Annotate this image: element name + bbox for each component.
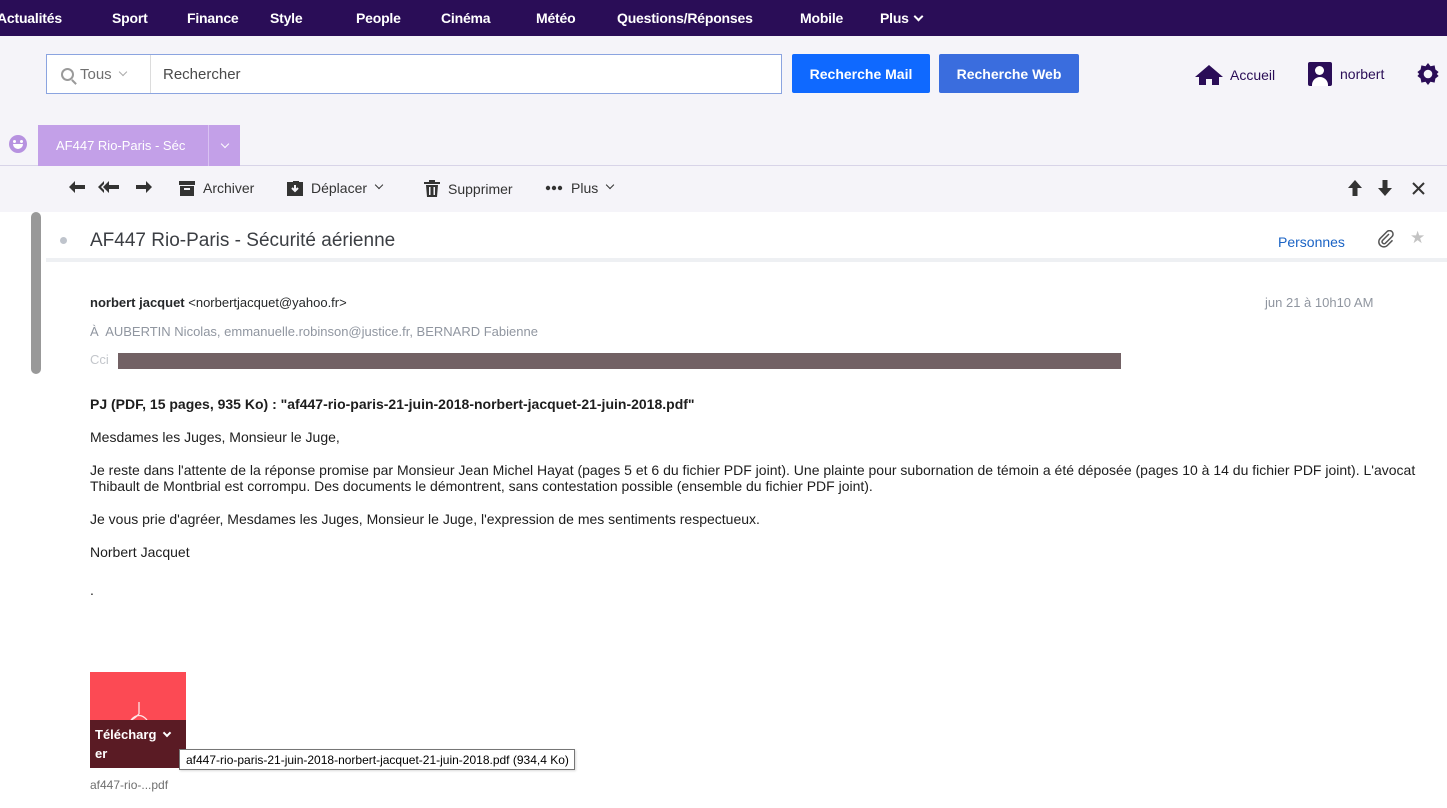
top-navigation: Actualités Sport Finance Style People Ci… [0,0,1447,36]
body-attachment-line: PJ (PDF, 15 pages, 935 Ko) : "af447-rio-… [90,396,695,412]
nav-sport[interactable]: Sport [112,10,148,26]
redacted-cci-recipients [118,353,1121,369]
close-message-button[interactable] [1412,182,1425,195]
chevron-down-icon [374,180,384,190]
delete-button[interactable]: Supprimer [424,180,513,197]
more-dots-icon [545,185,563,191]
chevron-down-icon [605,180,615,190]
more-actions-button[interactable]: Plus [545,180,615,196]
search-input[interactable] [151,55,781,93]
star-icon[interactable]: ★ [1410,228,1425,248]
search-bar: Tous [46,54,782,94]
next-message-button[interactable] [1378,180,1392,196]
previous-message-button[interactable] [1348,180,1362,196]
nav-meteo[interactable]: Météo [536,10,576,26]
paperclip-icon[interactable] [1377,229,1395,251]
tab-label: AF447 Rio-Paris - Séc [56,138,186,153]
search-icon [61,67,74,81]
close-icon [1412,182,1425,195]
pdf-icon [130,702,148,721]
nav-plus-label: Plus [880,10,909,26]
body-closing: Je vous prie d'agréer, Mesdames les Juge… [90,511,760,527]
chevron-down-icon [913,11,924,22]
smiley-icon[interactable] [9,135,27,153]
chevron-down-icon [163,728,172,738]
message-body: PJ (PDF, 15 pages, 935 Ko) : "af447-rio-… [90,396,1420,615]
nav-plus[interactable]: Plus [880,10,924,26]
reply-button[interactable] [68,180,86,194]
nav-cinema[interactable]: Cinéma [441,10,491,26]
archive-button[interactable]: Archiver [179,180,254,196]
nav-actualites[interactable]: Actualités [0,10,62,26]
download-button[interactable]: Télécharg er [90,720,186,768]
attachment-tooltip: af447-rio-paris-21-juin-2018-norbert-jac… [179,749,575,770]
body-paragraph: Je reste dans l'attente de la réponse pr… [90,462,1416,494]
download-label-line1: Télécharg [95,727,157,742]
reply-all-icon [98,181,119,193]
more-actions-label: Plus [571,180,599,196]
move-icon [287,180,303,196]
sender-email: <norbertjacquet@yahoo.fr> [188,295,347,310]
attachment-filename[interactable]: af447-rio-...pdf [90,778,168,792]
gear-icon [1417,63,1439,85]
read-status-dot[interactable] [60,237,67,244]
sender-line: norbert jacquet <norbertjacquet@yahoo.fr… [90,295,347,310]
recipients-line: À AUBERTIN Nicolas, emmanuelle.robinson@… [90,324,538,339]
user-name-label: norbert [1340,66,1385,82]
mail-header: Tous Recherche Mail Recherche Web Accuei… [0,36,1447,100]
nav-style[interactable]: Style [270,10,303,26]
message-subject: AF447 Rio-Paris - Sécurité aérienne [90,230,396,251]
sender-name[interactable]: norbert jacquet [90,295,185,310]
nav-questions-reponses[interactable]: Questions/Réponses [617,10,753,26]
reply-icon [69,181,85,193]
user-icon [1308,62,1332,86]
arrow-down-icon [1378,180,1392,196]
home-icon [1195,65,1223,85]
to-prefix: À [90,324,99,339]
move-label: Déplacer [311,180,368,196]
search-scope-dropdown[interactable]: Tous [47,55,151,93]
move-button[interactable]: Déplacer [287,180,384,196]
chevron-down-icon [220,139,229,148]
body-dot: . [90,582,94,598]
search-mail-button[interactable]: Recherche Mail [792,54,930,93]
cci-label: Cci [90,352,109,367]
trash-icon [424,180,440,197]
archive-label: Archiver [203,180,255,196]
chevron-down-icon [118,67,127,77]
nav-mobile[interactable]: Mobile [800,10,843,26]
tab-dropdown[interactable] [208,125,240,166]
nav-people[interactable]: People [356,10,401,26]
search-scope-label: Tous [80,65,112,83]
subject-row: AF447 Rio-Paris - Sécurité aérienne Pers… [46,216,1447,262]
home-label: Accueil [1230,67,1276,83]
user-profile-link[interactable]: norbert [1308,62,1384,86]
tab-strip: AF447 Rio-Paris - Séc [0,100,1447,166]
forward-icon [136,181,152,193]
message-date: jun 21 à 10h10 AM [1265,295,1374,310]
arrow-up-icon [1348,180,1362,196]
delete-label: Supprimer [448,180,513,197]
body-signature: Norbert Jacquet [90,544,190,560]
tab-message[interactable]: AF447 Rio-Paris - Séc [38,125,240,166]
settings-button[interactable] [1416,62,1440,86]
reply-all-button[interactable] [98,180,120,194]
search-web-button[interactable]: Recherche Web [939,54,1079,93]
download-label-line2: er [95,746,108,761]
forward-button[interactable] [135,180,153,194]
people-link[interactable]: Personnes [1278,234,1345,250]
scrollbar-thumb[interactable] [31,212,41,374]
body-greeting: Mesdames les Juges, Monsieur le Juge, [90,429,340,445]
archive-icon [179,180,195,196]
to-recipients[interactable]: AUBERTIN Nicolas, emmanuelle.robinson@ju… [105,324,538,339]
message-toolbar: Archiver Déplacer Supprimer Plus [0,166,1447,212]
home-link[interactable]: Accueil [1194,64,1275,86]
nav-finance[interactable]: Finance [187,10,239,26]
attachment-tile[interactable]: Télécharg er [90,672,186,768]
